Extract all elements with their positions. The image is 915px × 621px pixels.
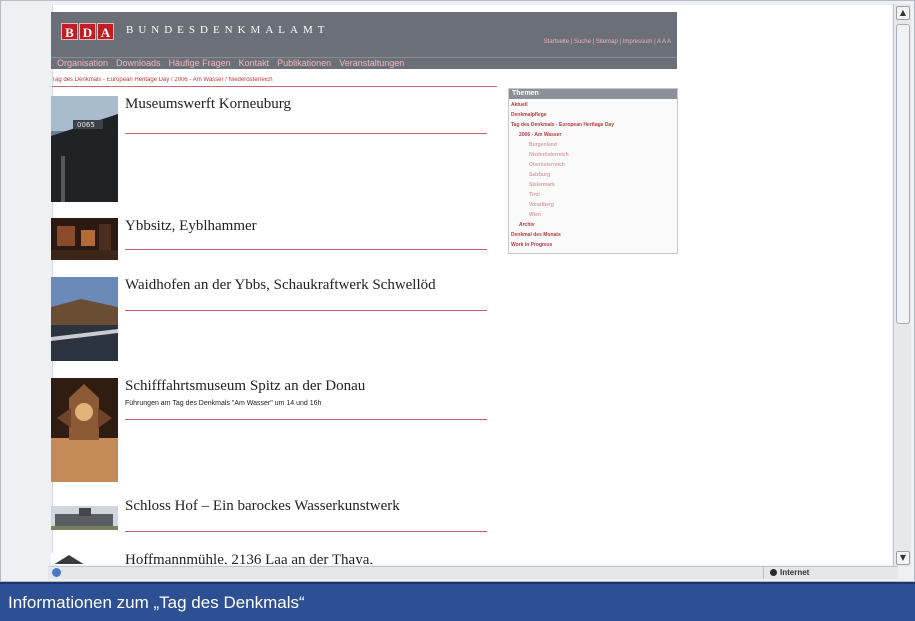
themen-item-steiermark[interactable]: Steiermark (511, 180, 675, 190)
security-zone: Internet (763, 567, 809, 579)
themen-item-tirol[interactable]: Tirol (511, 190, 675, 200)
list-item[interactable]: Waidhofen an der Ybbs, Schaukraftwerk Sc… (51, 277, 487, 361)
nav-downloads[interactable]: Downloads (116, 58, 161, 69)
entry-thumbnail[interactable] (51, 277, 118, 361)
list-item[interactable]: Schifffahrtsmuseum Spitz an der Donau Fü… (51, 378, 487, 482)
themen-heading: Themen (509, 89, 677, 99)
entry-thumbnail[interactable] (51, 506, 118, 530)
themen-item-burgenland[interactable]: Burgenland (511, 140, 675, 150)
list-item[interactable]: Hoffmannmühle, 2136 Laa an der Thaya, (51, 552, 487, 564)
svg-text:0065: 0065 (77, 121, 95, 129)
caption-banner: Informationen zum „Tag des Denkmals“ (0, 582, 915, 621)
scroll-thumb[interactable] (896, 24, 910, 324)
scroll-down-icon[interactable]: ▼ (896, 551, 910, 565)
themen-item-work-in-progress[interactable]: Work in Progress (511, 240, 675, 250)
status-bar: Internet (48, 566, 898, 579)
entry-divider (125, 133, 487, 134)
main-navigation: Organisation Downloads Häufige Fragen Ko… (51, 57, 677, 69)
themen-list: Aktuell Denkmalpflege Tag des Denkmals -… (509, 99, 677, 253)
nav-publikationen[interactable]: Publikationen (277, 58, 331, 69)
site-wordmark: BUNDESDENKMALAMT (126, 24, 330, 36)
themen-sidebar: Themen Aktuell Denkmalpflege Tag des Den… (508, 88, 678, 254)
entry-divider (125, 249, 487, 250)
entry-title[interactable]: Schloss Hof – Ein barockes Wasserkunstwe… (125, 498, 400, 515)
globe-icon (770, 569, 777, 577)
entry-divider (125, 419, 487, 420)
themen-item-vorarlberg[interactable]: Vorarlberg (511, 200, 675, 210)
themen-item-aktuell[interactable]: Aktuell (511, 100, 675, 110)
entry-title[interactable]: Ybbsitz, Eyblhammer (125, 218, 257, 235)
themen-item-tag-des-denkmals[interactable]: Tag des Denkmals - European Heritage Day (511, 120, 675, 130)
vertical-scrollbar[interactable]: ▲ ▼ (893, 4, 911, 567)
scroll-up-icon[interactable]: ▲ (896, 6, 910, 20)
logo-letter: A (97, 23, 114, 40)
entry-thumbnail[interactable] (51, 378, 118, 482)
list-item[interactable]: Ybbsitz, Eyblhammer (51, 218, 487, 260)
logo-letter: D (79, 23, 96, 40)
entry-subtitle: Führungen am Tag des Denkmals "Am Wasser… (125, 400, 322, 407)
themen-item-oberoesterreich[interactable]: Oberösterreich (511, 160, 675, 170)
web-page: B D A BUNDESDENKMALAMT Startseite | Such… (30, 4, 890, 564)
themen-item-wien[interactable]: Wien (511, 210, 675, 220)
logo-letter: B (61, 23, 78, 40)
bda-logo[interactable]: B D A (61, 23, 114, 40)
themen-item-salzburg[interactable]: Salzburg (511, 170, 675, 180)
entry-title[interactable]: Schifffahrtsmuseum Spitz an der Donau (125, 378, 365, 395)
themen-item-2006[interactable]: 2006 - Am Wasser (511, 130, 675, 140)
nav-faq[interactable]: Häufige Fragen (169, 58, 231, 69)
themen-item-archiv[interactable]: Archiv (511, 220, 675, 230)
zone-label: Internet (780, 568, 810, 577)
themen-item-niederoesterreich[interactable]: Niederösterreich (511, 150, 675, 160)
entry-thumbnail[interactable]: 0065 (51, 96, 118, 202)
entry-divider (125, 310, 487, 311)
utility-links[interactable]: Startseite | Suche | Sitemap | Impressum… (544, 39, 671, 45)
entry-title[interactable]: Hoffmannmühle, 2136 Laa an der Thaya, (125, 552, 373, 564)
list-item[interactable]: 0065 Museumswerft Korneuburg (51, 96, 487, 202)
entry-title[interactable]: Waidhofen an der Ybbs, Schaukraftwerk Sc… (125, 277, 436, 294)
nav-kontakt[interactable]: Kontakt (239, 58, 270, 69)
nav-veranstaltungen[interactable]: Veranstaltungen (339, 58, 404, 69)
list-item[interactable]: Schloss Hof – Ein barockes Wasserkunstwe… (51, 498, 487, 532)
entry-thumbnail[interactable] (51, 218, 118, 260)
breadcrumb[interactable]: Tag des Denkmals - European Heritage Day… (52, 77, 497, 87)
page-status-icon (52, 568, 61, 577)
entry-title[interactable]: Museumswerft Korneuburg (125, 96, 291, 113)
nav-organisation[interactable]: Organisation (57, 58, 108, 69)
entry-divider (125, 531, 487, 532)
themen-item-denkmal-des-monats[interactable]: Denkmal des Monats (511, 230, 675, 240)
entry-thumbnail[interactable] (51, 552, 118, 564)
site-header: B D A BUNDESDENKMALAMT Startseite | Such… (51, 12, 677, 57)
themen-item-denkmalpflege[interactable]: Denkmalpflege (511, 110, 675, 120)
